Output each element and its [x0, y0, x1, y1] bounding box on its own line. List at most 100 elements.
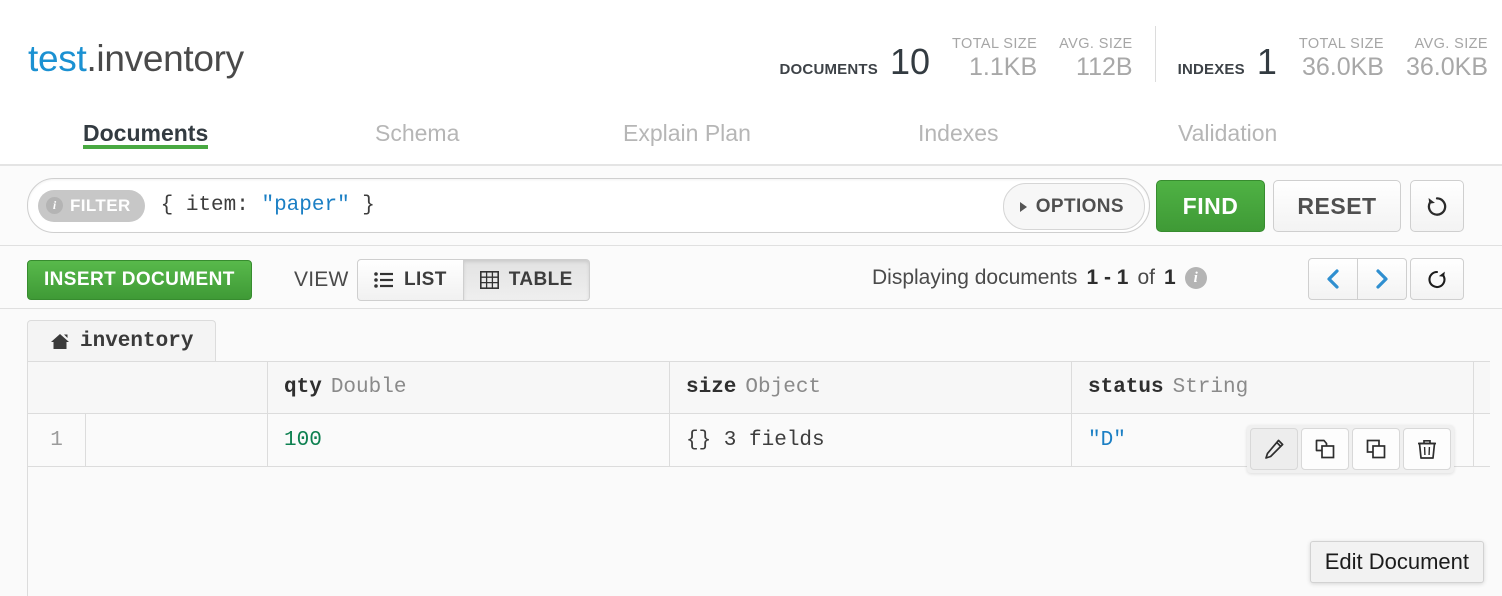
tab-explain-plan[interactable]: Explain Plan: [623, 120, 751, 147]
pencil-icon: [1262, 437, 1286, 461]
displaying-total: 1: [1164, 266, 1176, 290]
view-switcher: LIST TABLE: [357, 259, 590, 299]
row-cell-qty-value: 100: [284, 429, 322, 452]
chevron-right-icon: [1020, 202, 1027, 212]
displaying-of: of: [1137, 266, 1155, 290]
previous-page-button[interactable]: [1308, 258, 1358, 300]
tab-validation-label: Validation: [1178, 120, 1277, 146]
row-cell-size-value: {} 3 fields: [686, 429, 825, 452]
documents-count: DOCUMENTS 10: [780, 44, 931, 84]
tab-schema[interactable]: Schema: [375, 120, 459, 147]
documents-stats: DOCUMENTS 10 TOTAL SIZE 1.1KB AVG. SIZE …: [780, 35, 1133, 84]
delete-document-button[interactable]: [1403, 428, 1451, 470]
row-action-buttons: [1247, 425, 1454, 473]
displaying-prefix: Displaying documents: [872, 266, 1077, 290]
tab-schema-label: Schema: [375, 120, 459, 146]
grid-header-blank: [28, 362, 268, 413]
grid-header-status-name: status: [1088, 376, 1164, 399]
indexes-total-size: TOTAL SIZE 36.0KB: [1299, 35, 1384, 84]
filter-query-value: { item: "paper" }: [161, 194, 375, 217]
grid-header-size[interactable]: size Object: [670, 362, 1072, 413]
documents-avg-size-label: AVG. SIZE: [1059, 35, 1132, 53]
reset-button[interactable]: RESET: [1273, 180, 1401, 232]
view-table-label: TABLE: [509, 269, 573, 291]
info-icon: i: [46, 197, 63, 214]
tab-indexes[interactable]: Indexes: [918, 120, 999, 147]
grid-header-qty-name: qty: [284, 376, 322, 399]
view-list-label: LIST: [404, 269, 447, 291]
indexes-stats: INDEXES 1 TOTAL SIZE 36.0KB AVG. SIZE 36…: [1178, 35, 1488, 84]
collection-name: inventory: [96, 38, 243, 79]
info-icon[interactable]: i: [1185, 267, 1207, 289]
options-toggle-button[interactable]: OPTIONS: [1003, 183, 1145, 230]
insert-document-button[interactable]: INSERT DOCUMENT: [27, 260, 252, 300]
indexes-total-size-value: 36.0KB: [1299, 53, 1384, 82]
chevron-left-icon: [1324, 268, 1342, 290]
filter-query-prefix: { item:: [161, 194, 262, 217]
query-history-button[interactable]: [1410, 180, 1464, 232]
documents-avg-size-value: 112B: [1059, 53, 1132, 82]
next-page-button[interactable]: [1358, 258, 1407, 300]
namespace-separator: .: [86, 38, 96, 79]
page-title: test.inventory: [28, 38, 244, 80]
clone-document-button[interactable]: [1301, 428, 1349, 470]
row-cell-blank[interactable]: [86, 414, 268, 466]
clone-icon: [1313, 437, 1337, 461]
breadcrumb-item-inventory[interactable]: inventory: [27, 320, 216, 362]
documents-count-status: Displaying documents 1 - 1 of 1 i: [872, 266, 1207, 290]
view-table-button[interactable]: TABLE: [464, 259, 590, 301]
query-bar: i FILTER { item: "paper" } OPTIONS FIND …: [0, 166, 1502, 246]
edit-document-button[interactable]: [1250, 428, 1298, 470]
grid-header-size-name: size: [686, 376, 736, 399]
documents-total-size-value: 1.1KB: [952, 53, 1037, 82]
row-cell-size[interactable]: {} 3 fields: [670, 414, 1072, 466]
view-list-button[interactable]: LIST: [357, 259, 464, 301]
find-button[interactable]: FIND: [1156, 180, 1265, 232]
filter-query-suffix: }: [350, 194, 375, 217]
breadcrumb-label: inventory: [80, 330, 193, 353]
refresh-documents-button[interactable]: [1410, 258, 1464, 300]
tab-validation[interactable]: Validation: [1178, 120, 1277, 147]
tab-documents[interactable]: Documents: [83, 120, 208, 147]
mongodb-compass-collection-view: test.inventory DOCUMENTS 10 TOTAL SIZE 1…: [0, 0, 1502, 596]
documents-value: 10: [890, 44, 930, 80]
indexes-avg-size-value: 36.0KB: [1406, 53, 1488, 82]
refresh-icon: [1425, 267, 1449, 291]
trash-icon: [1415, 437, 1439, 461]
documents-grid: qty Double size Object status String 1 1…: [27, 361, 1490, 596]
stats-divider: [1155, 26, 1156, 82]
tab-documents-label: Documents: [83, 120, 208, 146]
displaying-range: 1 - 1: [1086, 266, 1128, 290]
row-cell-qty[interactable]: 100: [268, 414, 670, 466]
grid-empty-space: [28, 467, 1490, 596]
history-icon: [1424, 193, 1450, 219]
indexes-label: INDEXES: [1178, 61, 1245, 78]
grid-header-qty[interactable]: qty Double: [268, 362, 670, 413]
copy-icon: [1364, 437, 1388, 461]
indexes-total-size-label: TOTAL SIZE: [1299, 35, 1384, 53]
database-name: test: [28, 38, 86, 79]
indexes-avg-size: AVG. SIZE 36.0KB: [1406, 35, 1488, 84]
pagination-controls: [1308, 258, 1407, 300]
documents-label: DOCUMENTS: [780, 61, 878, 78]
collection-stats: DOCUMENTS 10 TOTAL SIZE 1.1KB AVG. SIZE …: [780, 22, 1488, 84]
filter-input[interactable]: i FILTER { item: "paper" } OPTIONS: [27, 178, 1150, 233]
tab-explain-plan-label: Explain Plan: [623, 120, 751, 146]
grid-header-size-type: Object: [745, 376, 821, 399]
copy-document-button[interactable]: [1352, 428, 1400, 470]
documents-table-area: inventory qty Double size Object status …: [0, 309, 1502, 596]
documents-avg-size: AVG. SIZE 112B: [1059, 35, 1132, 84]
documents-toolbar: INSERT DOCUMENT VIEW LIST TAB: [0, 246, 1502, 309]
row-cell-status-value: "D": [1088, 429, 1126, 452]
grid-header-status-type: String: [1173, 376, 1249, 399]
filter-badge-label: FILTER: [70, 196, 131, 216]
collection-tabs: Documents Schema Explain Plan Indexes Va…: [0, 106, 1502, 166]
breadcrumb: inventory: [27, 320, 216, 362]
grid-header-qty-type: Double: [331, 376, 407, 399]
documents-total-size: TOTAL SIZE 1.1KB: [952, 35, 1037, 84]
filter-query-string: "paper": [261, 194, 349, 217]
grid-header-status[interactable]: status String: [1072, 362, 1474, 413]
indexes-avg-size-label: AVG. SIZE: [1406, 35, 1488, 53]
collection-header: test.inventory DOCUMENTS 10 TOTAL SIZE 1…: [0, 0, 1502, 106]
view-label: VIEW: [294, 268, 348, 292]
